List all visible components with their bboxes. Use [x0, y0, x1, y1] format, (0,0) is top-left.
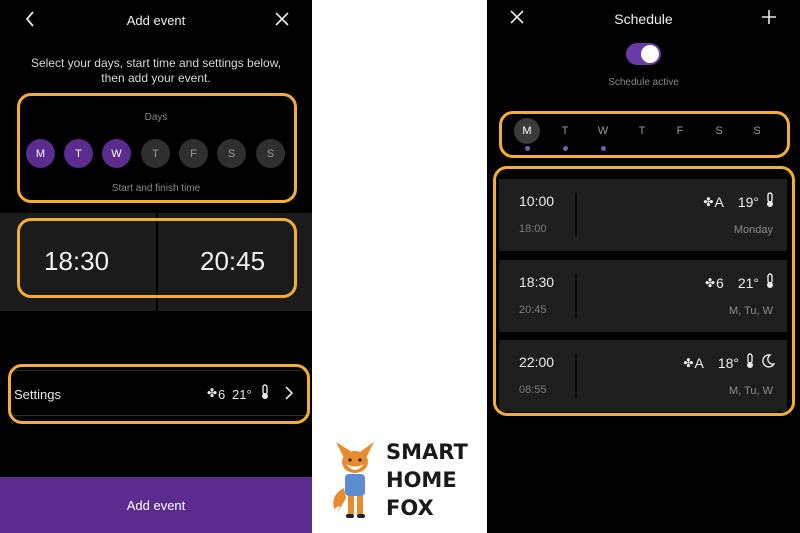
fox-mascot-icon — [333, 442, 374, 518]
events-highlight — [493, 166, 795, 416]
days-highlight — [17, 93, 297, 203]
page-title: Add event — [126, 13, 186, 28]
weekday-highlight — [499, 111, 790, 158]
add-event-label: Add event — [126, 498, 186, 513]
schedule-active-toggle[interactable] — [626, 43, 661, 65]
add-event-button[interactable]: Add event — [0, 477, 312, 533]
add-event-screen: Add event Select your days, start time a… — [0, 0, 312, 533]
schedule-screen: Schedule Schedule active M T W T F S S 1… — [487, 0, 800, 533]
instructions-line-1: Select your days, start time and setting… — [30, 56, 282, 70]
smart-home-fox-logo: SMART HOME FOX — [330, 436, 480, 526]
plus-icon[interactable] — [759, 7, 779, 27]
schedule-active-label: Schedule active — [608, 77, 679, 88]
logo-line-fox: FOX — [386, 496, 434, 520]
settings-highlight — [8, 364, 310, 424]
close-icon[interactable] — [272, 9, 292, 29]
page-title: Schedule — [614, 11, 673, 27]
instructions-line-2: then add your event. — [101, 71, 211, 85]
logo-line-home: HOME — [386, 468, 457, 492]
logo-line-smart: SMART — [386, 440, 468, 464]
toggle-knob — [641, 45, 659, 63]
time-highlight — [17, 218, 297, 298]
